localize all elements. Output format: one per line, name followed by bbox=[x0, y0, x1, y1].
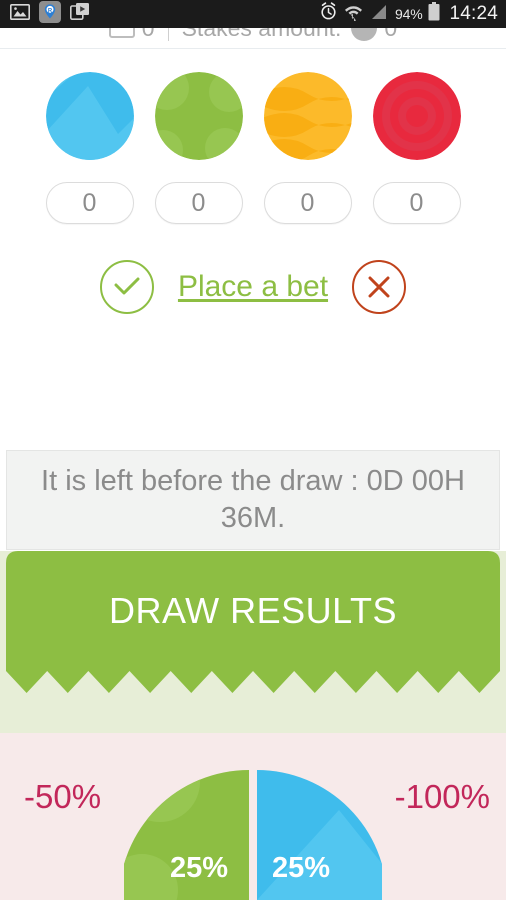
status-bar-right-icons: 94% 14:24 bbox=[319, 2, 498, 26]
header-left-count: 0 bbox=[142, 28, 155, 42]
stake-input-blue[interactable]: 0 bbox=[45, 182, 134, 224]
draw-results-banner[interactable]: DRAW RESULTS bbox=[6, 551, 500, 701]
ticket-icon bbox=[108, 28, 135, 38]
blue-token[interactable] bbox=[45, 72, 134, 160]
coin-icon bbox=[351, 28, 378, 41]
results-pie-chart: 25% 25% bbox=[124, 770, 382, 900]
header-divider bbox=[167, 28, 169, 41]
stake-input-orange[interactable]: 0 bbox=[263, 182, 352, 224]
wifi-transfer-icon bbox=[344, 3, 363, 26]
bet-panel: 0 0 0 0 Place a bet bbox=[0, 49, 506, 314]
stakes-header-row: 0 Stakes amount: 0 bbox=[0, 28, 506, 48]
token-row bbox=[0, 72, 506, 160]
right-percent-label: -100% bbox=[394, 778, 490, 815]
countdown-text: It is left before the draw : 0D 00H 36M. bbox=[41, 464, 465, 534]
close-circle-icon[interactable] bbox=[352, 260, 407, 314]
pie-slice-green-label: 25% bbox=[170, 852, 229, 884]
svg-text:R: R bbox=[48, 8, 53, 14]
battery-percent-label: 94% bbox=[395, 6, 423, 22]
left-percent-label: -50% bbox=[24, 778, 102, 815]
stake-inputs-row: 0 0 0 0 bbox=[0, 182, 506, 224]
signal-icon bbox=[369, 4, 389, 25]
play-store-icon bbox=[70, 2, 90, 26]
gallery-icon bbox=[10, 3, 30, 25]
stake-input-green[interactable]: 0 bbox=[154, 182, 243, 224]
green-token[interactable] bbox=[154, 72, 243, 160]
battery-icon bbox=[428, 2, 440, 26]
results-chart-section: -50% -100% 25% 25% bbox=[0, 733, 506, 900]
header-right-count-group: 0 bbox=[351, 28, 397, 42]
status-bar: R 94% 14:24 bbox=[0, 0, 506, 28]
place-bet-link[interactable]: Place a bet bbox=[178, 270, 328, 304]
countdown-card: It is left before the draw : 0D 00H 36M. bbox=[6, 450, 500, 550]
header-right-count: 0 bbox=[384, 28, 397, 42]
map-pin-r-icon: R bbox=[39, 0, 61, 28]
stakes-amount-label: Stakes amount: bbox=[182, 28, 342, 42]
check-circle-icon[interactable] bbox=[99, 260, 154, 314]
header-left-count-group: 0 bbox=[108, 28, 155, 42]
status-bar-left-icons: R bbox=[10, 0, 90, 28]
status-bar-clock: 14:24 bbox=[449, 3, 498, 24]
alarm-icon bbox=[319, 2, 338, 26]
stake-input-red[interactable]: 0 bbox=[372, 182, 461, 224]
pie-slice-blue-label: 25% bbox=[272, 852, 331, 884]
red-token[interactable] bbox=[372, 72, 461, 160]
draw-results-section: DRAW RESULTS bbox=[0, 551, 506, 733]
orange-token[interactable] bbox=[263, 72, 352, 160]
bet-actions-row: Place a bet bbox=[0, 260, 506, 314]
